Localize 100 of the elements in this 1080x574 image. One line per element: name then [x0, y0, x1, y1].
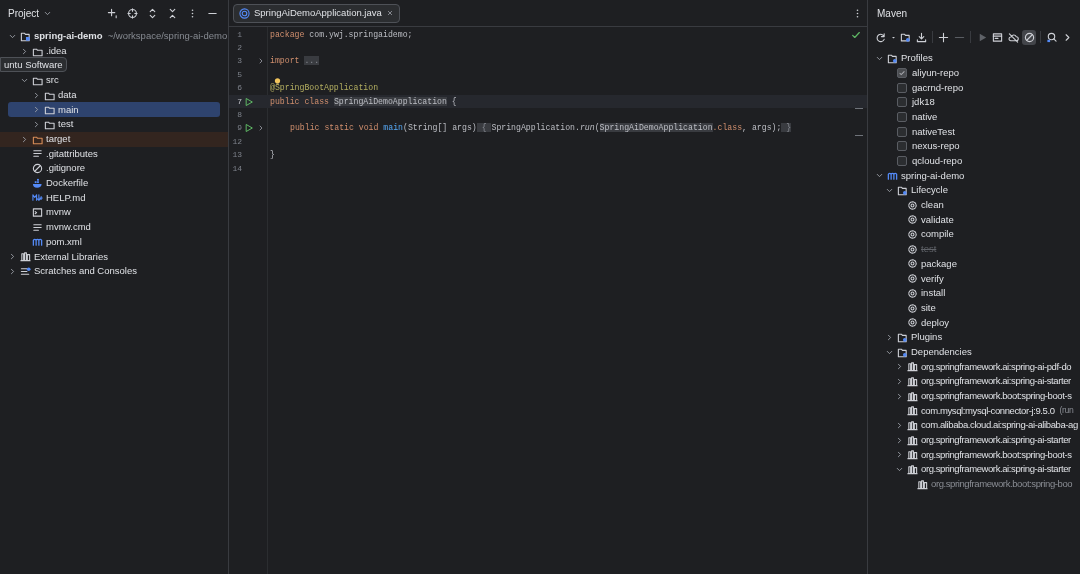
locate-icon: [126, 7, 138, 19]
checkbox[interactable]: [897, 97, 907, 108]
tree-item-label[interactable]: qcloud-repo: [912, 154, 963, 169]
code-line: }: [269, 149, 275, 162]
tree-item-label[interactable]: org.springframework.boot:spring-boo: [931, 477, 1073, 492]
tree-item-label[interactable]: org.springframework.ai:spring-ai-pdf-do: [921, 359, 1072, 374]
tree-row[interactable]: .gitattributes: [0, 146, 228, 162]
ban-icon: [1023, 31, 1035, 43]
tree-item-label[interactable]: org.springframework.ai:spring-ai-starter: [921, 374, 1071, 389]
line-number: 2: [236, 42, 242, 55]
folder-icon: [20, 30, 31, 42]
close-icon: [385, 9, 394, 17]
tree-row[interactable]: test: [0, 117, 228, 132]
panel-title[interactable]: Project: [8, 5, 40, 21]
tree-item-label[interactable]: clean: [921, 198, 944, 213]
folder-icon: [897, 346, 908, 358]
tree-item-label[interactable]: jdk18: [912, 95, 935, 110]
tree-item-label[interactable]: validate: [921, 212, 954, 228]
tree-row[interactable]: data: [0, 87, 228, 103]
tree-item-label[interactable]: install: [921, 286, 946, 301]
tree-item-label[interactable]: spring-ai-demo: [901, 168, 965, 183]
tree-item-label[interactable]: org.springframework.ai:spring-ai-starter: [921, 462, 1071, 477]
tree-item-label[interactable]: compile: [921, 227, 954, 242]
tree-row[interactable]: main: [8, 102, 220, 118]
code-line: public class SpringAiDemoApplication {: [269, 95, 457, 108]
tree-row[interactable]: target: [0, 131, 228, 147]
toolbar-button[interactable]: [1022, 29, 1036, 45]
folder-icon: [887, 52, 898, 64]
checkbox[interactable]: [897, 126, 907, 137]
tree-row[interactable]: mvnw: [0, 205, 228, 220]
refresh-icon: [875, 31, 887, 43]
add-icon: [938, 31, 950, 43]
line-number: 13: [231, 149, 242, 162]
library-icon: [907, 390, 918, 402]
editor-tab[interactable]: SpringAiDemoApplication.java: [233, 3, 400, 23]
library-icon: [907, 464, 918, 476]
code-line: import ...: [269, 55, 320, 68]
library-icon: [907, 434, 918, 446]
whale-icon: [32, 177, 43, 189]
line-number: 8: [236, 109, 242, 122]
tree-row[interactable]: HELP.md: [0, 190, 228, 206]
tree-item-label[interactable]: verify: [921, 271, 944, 286]
checkbox[interactable]: [897, 141, 907, 152]
tree-item-label[interactable]: gacrnd-repo: [912, 80, 964, 95]
markdown-icon: [32, 192, 43, 204]
terminal-icon: [32, 207, 43, 219]
library-icon: [20, 251, 31, 263]
tree-item-label[interactable]: org.springframework.ai:spring-ai-starter: [921, 433, 1071, 448]
tree-item-label[interactable]: com.alibaba.cloud.ai:spring-ai-alibaba-ag: [921, 418, 1078, 433]
tree-item-label[interactable]: package: [921, 256, 957, 272]
tree-row[interactable]: .gitignore: [0, 161, 228, 176]
library-icon: [907, 449, 918, 461]
library-icon: [907, 361, 918, 373]
folder-icon: [897, 185, 908, 197]
library-icon: [917, 478, 928, 490]
ban-icon: [32, 163, 43, 175]
tree-item-label[interactable]: site: [921, 300, 936, 316]
offline-icon: [1007, 31, 1019, 43]
tree-item-label[interactable]: nexus-repo: [912, 139, 960, 154]
tree-item-label[interactable]: org.springframework.boot:spring-boot-s: [921, 447, 1072, 463]
tree-item-label[interactable]: native: [912, 109, 938, 125]
line-number: 12: [231, 135, 242, 148]
line-number: 1: [236, 28, 242, 41]
tree-row[interactable]: .idea: [0, 43, 228, 59]
folder-icon: [900, 31, 912, 43]
check-icon: [851, 30, 861, 40]
checkbox[interactable]: [897, 156, 907, 167]
tree-row[interactable]: Scratches and Consoles: [0, 264, 228, 279]
checkbox[interactable]: [897, 112, 907, 123]
tree-item-label[interactable]: org.springframework.boot:spring-boot-s: [921, 389, 1072, 404]
line-number: 5: [236, 68, 242, 81]
tree-row[interactable]: mvnw.cmd: [0, 219, 228, 235]
tree-item-label[interactable]: Plugins: [911, 330, 943, 345]
tree-item-label[interactable]: com.mysql:mysql-connector-j:9.5.0: [921, 403, 1055, 418]
folder-icon: [44, 104, 55, 116]
tree-row[interactable]: Dockerfile: [0, 175, 228, 191]
code-line: @SpringBootApplication: [269, 82, 379, 95]
tree-item-label[interactable]: nativeTest: [912, 124, 955, 139]
line-number: 9: [236, 122, 242, 135]
library-icon: [907, 420, 918, 432]
lines-icon: [32, 221, 43, 233]
panel-title: Maven: [877, 6, 907, 21]
tree-item-label[interactable]: aliyun-repo: [912, 65, 959, 81]
checkbox[interactable]: [897, 68, 907, 79]
tree-item-label[interactable]: deploy: [921, 315, 949, 330]
tree-row[interactable]: pom.xml: [0, 234, 228, 250]
maven-icon: [32, 236, 43, 248]
tree-item-label[interactable]: Dependencies: [911, 344, 972, 360]
tree-row[interactable]: External Libraries: [0, 249, 228, 264]
tree-row[interactable]: src: [0, 73, 228, 88]
add-icon: [106, 7, 118, 19]
lines-icon: [32, 148, 43, 160]
library-icon: [907, 405, 918, 417]
tooltip: untu Software: [0, 57, 67, 73]
tree-row[interactable]: spring-ai-demo ~/workspace/spring-ai-demo: [0, 29, 228, 44]
checkbox[interactable]: [897, 82, 907, 93]
search-icon: [1046, 31, 1058, 43]
scroll-marker: [855, 135, 863, 136]
tree-item-label[interactable]: Profiles: [901, 51, 933, 66]
tree-item-label[interactable]: Lifecycle: [911, 183, 948, 198]
